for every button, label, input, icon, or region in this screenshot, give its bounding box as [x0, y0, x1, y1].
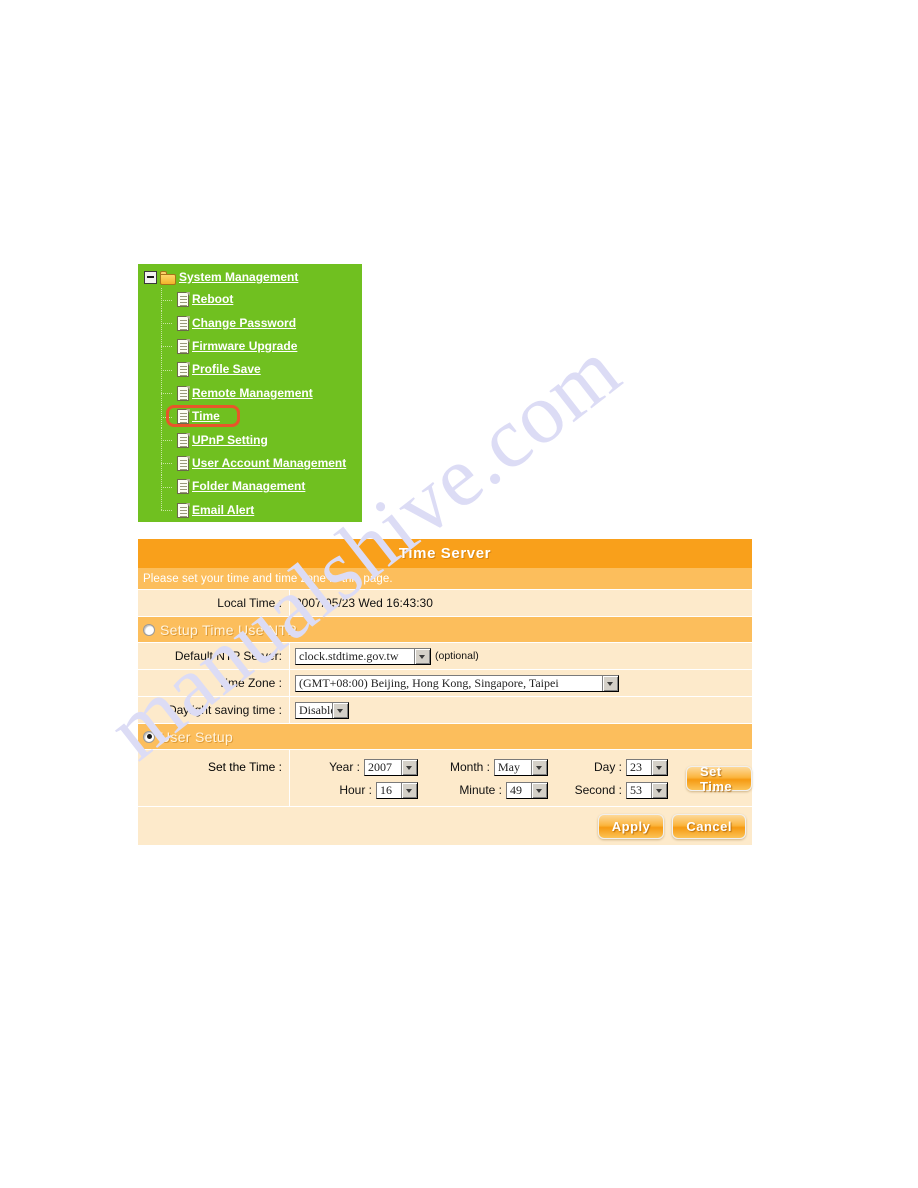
panel-description: Please set your time and time zone in th… [138, 568, 752, 589]
local-time-row: Local Time : 2007/05/23 Wed 16:43:30 [138, 589, 752, 616]
tree-root-label: System Management [179, 270, 299, 284]
chevron-down-icon[interactable] [414, 648, 430, 664]
page-icon [177, 385, 190, 401]
page-icon [177, 502, 190, 518]
sidebar-item-label: UPnP Setting [192, 432, 268, 447]
daylight-saving-row: Daylight saving time : Disable [138, 696, 752, 723]
page-icon [177, 479, 190, 495]
sidebar-item-profile-save[interactable]: Profile Save [160, 358, 365, 382]
second-value: 53 [630, 782, 642, 797]
sidebar-item-upnp-setting[interactable]: UPnP Setting [160, 428, 365, 453]
year-select[interactable]: 2007 [364, 758, 418, 776]
ntp-server-row: Default NTP Server: clock.stdtime.gov.tw… [138, 642, 752, 669]
daylight-saving-label: Daylight saving time : [167, 703, 282, 717]
chevron-down-icon[interactable] [401, 759, 417, 775]
sidebar-item-folder-management[interactable]: Folder Management [160, 475, 365, 499]
time-zone-value: (GMT+08:00) Beijing, Hong Kong, Singapor… [299, 675, 559, 690]
set-the-time-row: Set the Time : Year : 2007 Month : May D… [138, 749, 752, 806]
ntp-server-label: Default NTP Server: [174, 649, 282, 663]
second-cell: Second : 53 [548, 781, 668, 799]
page-icon [177, 315, 190, 331]
minute-label: Minute : [459, 783, 502, 797]
chevron-down-icon[interactable] [401, 782, 417, 798]
sidebar-item-label: Profile Save [192, 362, 261, 377]
sidebar-item-change-password[interactable]: Change Password [160, 311, 365, 336]
sidebar-item-label: Firmware Upgrade [192, 338, 298, 353]
sidebar-item-email-alert[interactable]: Email Alert [160, 498, 365, 522]
ntp-server-select[interactable]: clock.stdtime.gov.tw [295, 647, 431, 665]
page-icon [177, 292, 190, 308]
day-select[interactable]: 23 [626, 758, 668, 776]
hour-label: Hour : [339, 783, 372, 797]
sidebar-item-remote-management[interactable]: Remote Management [160, 381, 365, 406]
page-title: Time Server [138, 539, 752, 568]
cancel-button[interactable]: Cancel [672, 813, 746, 839]
time-zone-label: Time Zone : [218, 676, 282, 690]
sidebar-item-label: Reboot [192, 292, 234, 307]
folder-icon [160, 270, 177, 285]
sidebar-item-reboot[interactable]: Reboot [160, 288, 365, 312]
minute-select[interactable]: 49 [506, 781, 548, 799]
page-icon [177, 455, 190, 471]
time-zone-row: Time Zone : (GMT+08:00) Beijing, Hong Ko… [138, 669, 752, 696]
set-the-time-label: Set the Time : [207, 760, 282, 774]
radio-setup-time-use-ntp[interactable] [143, 623, 155, 636]
user-setup-section-label: User Setup [160, 728, 234, 745]
month-value: May [498, 759, 520, 774]
daylight-saving-value: Disable [299, 702, 332, 717]
year-cell: Year : 2007 [298, 758, 418, 776]
tree-root-system-management[interactable]: System Management [144, 269, 298, 286]
sidebar-item-label: Folder Management [192, 479, 306, 494]
daylight-saving-select[interactable]: Disable [295, 701, 349, 719]
chevron-down-icon[interactable] [531, 782, 547, 798]
day-label: Day : [593, 760, 622, 774]
minus-box-icon[interactable] [144, 271, 157, 284]
ntp-server-hint: (optional) [435, 650, 479, 662]
chevron-down-icon[interactable] [531, 759, 547, 775]
hour-value: 16 [380, 782, 392, 797]
day-cell: Day : 23 [548, 758, 668, 776]
radio-user-setup[interactable] [143, 730, 155, 743]
time-menu-highlight-annotation [166, 405, 240, 427]
page-icon [177, 432, 190, 448]
sidebar-item-user-account-management[interactable]: User Account Management [160, 451, 365, 476]
ntp-section-header[interactable]: Setup Time Use NTP [138, 616, 752, 642]
sidebar-item-firmware-upgrade[interactable]: Firmware Upgrade [160, 334, 365, 359]
year-label: Year : [329, 760, 360, 774]
month-cell: Month : May [418, 758, 548, 776]
ntp-section-label: Setup Time Use NTP [160, 621, 297, 638]
day-value: 23 [630, 759, 642, 774]
form-actions: Apply Cancel [138, 806, 752, 845]
set-time-button[interactable]: Set Time [686, 764, 752, 794]
minute-cell: Minute : 49 [418, 781, 548, 799]
sidebar-item-label: Remote Management [192, 385, 313, 400]
second-select[interactable]: 53 [626, 781, 668, 799]
chevron-down-icon[interactable] [332, 702, 348, 718]
local-time-value: 2007/05/23 Wed 16:43:30 [295, 596, 433, 610]
sidebar-item-label: Change Password [192, 315, 297, 330]
navigation-tree: System Management Reboot Change Password… [138, 264, 362, 522]
chevron-down-icon[interactable] [651, 782, 667, 798]
local-time-label: Local Time : [217, 596, 282, 610]
sidebar-item-label: Email Alert [192, 502, 255, 517]
chevron-down-icon[interactable] [651, 759, 667, 775]
apply-button[interactable]: Apply [597, 813, 665, 839]
year-value: 2007 [368, 759, 392, 774]
ntp-server-value: clock.stdtime.gov.tw [299, 648, 399, 663]
month-select[interactable]: May [494, 758, 548, 776]
page-icon [177, 338, 190, 354]
hour-cell: Hour : 16 [298, 781, 418, 799]
time-server-panel: Time Server Please set your time and tim… [138, 539, 752, 845]
minute-value: 49 [510, 782, 522, 797]
month-label: Month : [449, 760, 490, 774]
date-time-grid: Year : 2007 Month : May Day : 23 Hour: … [298, 758, 668, 799]
page-icon [177, 362, 190, 378]
chevron-down-icon[interactable] [602, 675, 618, 691]
hour-select[interactable]: 16 [376, 781, 418, 799]
time-zone-select[interactable]: (GMT+08:00) Beijing, Hong Kong, Singapor… [295, 674, 619, 692]
sidebar-item-label: User Account Management [192, 455, 347, 470]
second-label: Second : [574, 783, 622, 797]
user-setup-section-header[interactable]: User Setup [138, 723, 752, 749]
